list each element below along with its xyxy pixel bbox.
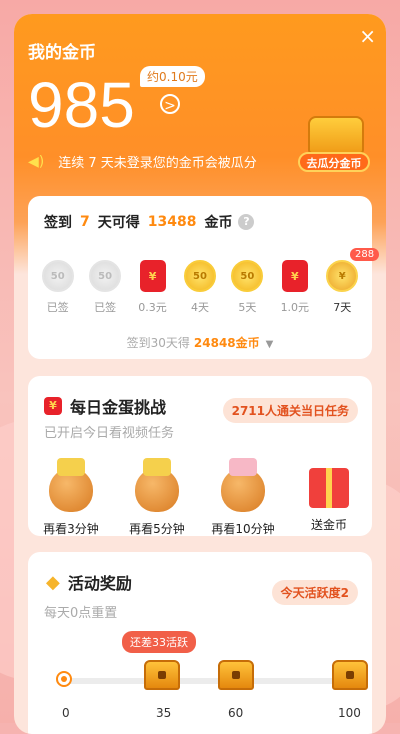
signin-day-6[interactable]: ¥ 1.0元 (272, 260, 318, 315)
signin-amount: 13488 (147, 214, 197, 230)
challenge-items: 再看3分钟 再看5分钟 再看10分钟 送金币 (28, 458, 372, 537)
gift-box-icon (309, 468, 349, 508)
treasure-chest-promo[interactable]: 去瓜分金币 (298, 110, 370, 172)
warning-text: 连续 7 天未登录您的金币会被瓜分 (58, 156, 257, 171)
signin-days-row: 50 已签 50 已签 ¥ 0.3元 50 4天 50 5天 ¥ 1.0元 ¥ … (28, 260, 372, 315)
red-envelope-icon: ¥ (139, 260, 166, 292)
treasure-chest-60-icon[interactable] (218, 660, 254, 690)
signin-title: 签到 7 天可得 13488 金币 ? (44, 212, 255, 232)
signin-day-label: 已签 (94, 301, 117, 314)
challenge-item-label: 送金币 (310, 518, 347, 532)
signin-day-label: 4天 (190, 301, 209, 314)
golden-egg-icon (135, 458, 179, 512)
coin-icon: 50 (183, 260, 216, 292)
activity-subtitle: 每天0点重置 (44, 606, 118, 621)
signin-day-4[interactable]: 50 4天 (177, 260, 223, 315)
signin-prefix: 签到 (44, 215, 72, 231)
diamond-icon: ◆ (46, 571, 60, 593)
challenge-item-1[interactable]: 再看3分钟 (31, 458, 111, 537)
challenge-item-2[interactable]: 再看5分钟 (117, 458, 197, 537)
red-envelope-icon: ¥ (44, 397, 62, 415)
milestone-label: 35 (156, 706, 172, 720)
coin-count: 985 (28, 69, 135, 141)
signin-day-3[interactable]: ¥ 0.3元 (130, 260, 176, 315)
signin-day-label: 1.0元 (280, 301, 310, 314)
summary-value: 24848金币 (193, 336, 260, 350)
signin-day-label: 7天 (333, 301, 352, 314)
activity-level-pill: 今天活跃度2 (271, 580, 358, 605)
page-title: 我的金币 (28, 43, 96, 63)
challenge-title: 每日金蛋挑战 (70, 398, 167, 417)
signin-middle: 天可得 (97, 215, 140, 231)
signin-day-2[interactable]: 50 已签 (82, 260, 128, 315)
milestone-label: 100 (338, 706, 361, 720)
coin-icon: 50 (231, 260, 264, 292)
treasure-chest-35-icon[interactable] (144, 660, 180, 690)
coin-icon: 50 (41, 260, 74, 292)
milestone-label: 60 (228, 706, 244, 720)
golden-egg-icon (49, 458, 93, 512)
activity-title: 活动奖励 (67, 574, 132, 593)
signin-card: 签到 7 天可得 13488 金币 ? 288 50 已签 50 已签 ¥ 0.… (28, 196, 380, 359)
signin-day-label: 已签 (46, 301, 69, 314)
activity-reward-card: ◆ 活动奖励 今天活跃度2 每天0点重置 还差33活跃 0 35 60 100 (28, 552, 372, 734)
details-arrow-icon[interactable]: > (160, 94, 180, 114)
summary-prefix: 签到30天得 (126, 336, 190, 350)
egg-challenge-card: ¥ 每日金蛋挑战 2711人通关当日任务 已开启今日看视频任务 再看3分钟 再看… (28, 376, 372, 536)
signin-day-5[interactable]: 50 5天 (224, 260, 270, 315)
activity-progress-marker (56, 671, 72, 687)
activity-progress-track (56, 678, 346, 684)
treasure-chest-icon (308, 116, 364, 154)
coin-panel: × 我的金币 985 约0.10元 > ◀) 连续 7 天未登录您的金币会被瓜分… (14, 14, 386, 734)
signin-day-label: 0.3元 (138, 301, 167, 314)
help-icon[interactable]: ? (238, 214, 255, 230)
challenge-item-label: 再看3分钟 (43, 522, 99, 536)
challenge-item-4[interactable]: 送金币 (289, 468, 369, 537)
challenge-title-row: ¥ 每日金蛋挑战 (44, 394, 166, 418)
challenge-stats-pill: 2711人通关当日任务 (222, 398, 358, 423)
speaker-icon: ◀) (28, 153, 45, 170)
signin-unit: 金币 (204, 215, 233, 231)
red-envelope-icon: ¥ (281, 260, 308, 292)
golden-egg-icon (221, 458, 265, 512)
challenge-item-label: 再看5分钟 (129, 522, 185, 536)
signin-days: 7 (80, 214, 90, 230)
chevron-down-icon: ▼ (265, 339, 274, 350)
signin-day-7[interactable]: ¥ 7天 (319, 260, 365, 315)
divide-coins-button[interactable]: 去瓜分金币 (298, 152, 370, 172)
coin-icon: 50 (89, 260, 122, 292)
activity-title-row: ◆ 活动奖励 (46, 570, 132, 594)
milestone-label: 0 (62, 706, 70, 720)
treasure-chest-100-icon[interactable] (332, 660, 368, 690)
signin-summary[interactable]: 签到30天得 24848金币 ▼ (28, 334, 372, 351)
coin-bag-icon: ¥ (326, 260, 359, 292)
signin-day-1[interactable]: 50 已签 (35, 260, 81, 315)
activity-tooltip: 还差33活跃 (122, 631, 196, 653)
approx-value-badge: 约0.10元 (140, 66, 205, 87)
challenge-subtitle: 已开启今日看视频任务 (44, 426, 175, 441)
signin-day-label: 5天 (238, 301, 257, 314)
challenge-item-label: 再看10分钟 (211, 522, 275, 536)
warning-text-row: ◀) 连续 7 天未登录您的金币会被瓜分 (28, 152, 257, 172)
close-icon[interactable]: × (359, 26, 376, 46)
challenge-item-3[interactable]: 再看10分钟 (203, 458, 283, 537)
